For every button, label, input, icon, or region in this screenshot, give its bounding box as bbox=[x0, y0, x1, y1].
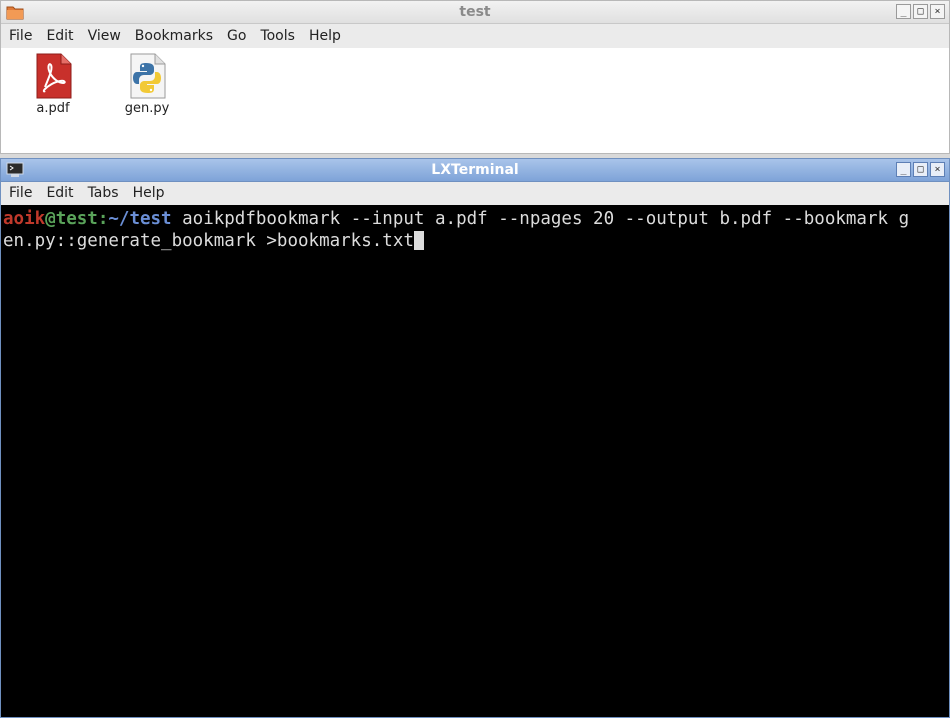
command-text-continued: en.py::generate_bookmark >bookmarks.txt bbox=[3, 231, 414, 251]
file-name: gen.py bbox=[124, 101, 170, 116]
file-name: a.pdf bbox=[36, 101, 70, 116]
prompt-user: aoik bbox=[3, 209, 46, 229]
menu-edit[interactable]: Edit bbox=[38, 24, 79, 48]
menu-go[interactable]: Go bbox=[219, 24, 252, 48]
text-cursor bbox=[413, 231, 424, 250]
file-item-a-pdf[interactable]: a.pdf bbox=[18, 53, 88, 116]
file-item-gen-py[interactable]: gen.py bbox=[112, 53, 182, 116]
menu-bookmarks[interactable]: Bookmarks bbox=[127, 24, 219, 48]
terminal-titlebar[interactable]: LXTerminal _ □ × bbox=[1, 159, 949, 182]
file-manager-menubar: File Edit View Bookmarks Go Tools Help bbox=[1, 24, 949, 48]
menu-file[interactable]: File bbox=[1, 182, 38, 205]
menu-view[interactable]: View bbox=[80, 24, 127, 48]
close-button[interactable]: × bbox=[930, 4, 945, 19]
close-button[interactable]: × bbox=[930, 162, 945, 177]
menu-file[interactable]: File bbox=[1, 24, 38, 48]
maximize-button[interactable]: □ bbox=[913, 4, 928, 19]
terminal-window: LXTerminal _ □ × File Edit Tabs Help aoi… bbox=[0, 158, 950, 718]
file-manager-titlebar[interactable]: test _ □ × bbox=[1, 1, 949, 24]
menu-help[interactable]: Help bbox=[125, 182, 171, 205]
terminal-menubar: File Edit Tabs Help bbox=[1, 182, 949, 205]
prompt-path: ~/test bbox=[108, 209, 172, 229]
command-text: aoikpdfbookmark --input a.pdf --npages 2… bbox=[171, 209, 910, 229]
window-title: test bbox=[459, 4, 491, 20]
python-file-icon bbox=[130, 53, 166, 99]
minimize-button[interactable]: _ bbox=[896, 4, 911, 19]
terminal-screen[interactable]: aoik@test:~/test aoikpdfbookmark --input… bbox=[1, 206, 949, 717]
minimize-button[interactable]: _ bbox=[896, 162, 911, 177]
file-list-area[interactable]: a.pdf gen.py bbox=[1, 48, 949, 153]
menu-tabs[interactable]: Tabs bbox=[80, 182, 125, 205]
file-manager-window: test _ □ × File Edit View Bookmarks Go T… bbox=[0, 0, 950, 154]
menu-tools[interactable]: Tools bbox=[252, 24, 301, 48]
prompt-host: @test: bbox=[45, 209, 109, 229]
window-title: LXTerminal bbox=[431, 162, 519, 178]
maximize-button[interactable]: □ bbox=[913, 162, 928, 177]
menu-edit[interactable]: Edit bbox=[38, 182, 79, 205]
menu-help[interactable]: Help bbox=[301, 24, 347, 48]
pdf-file-icon bbox=[36, 53, 72, 99]
